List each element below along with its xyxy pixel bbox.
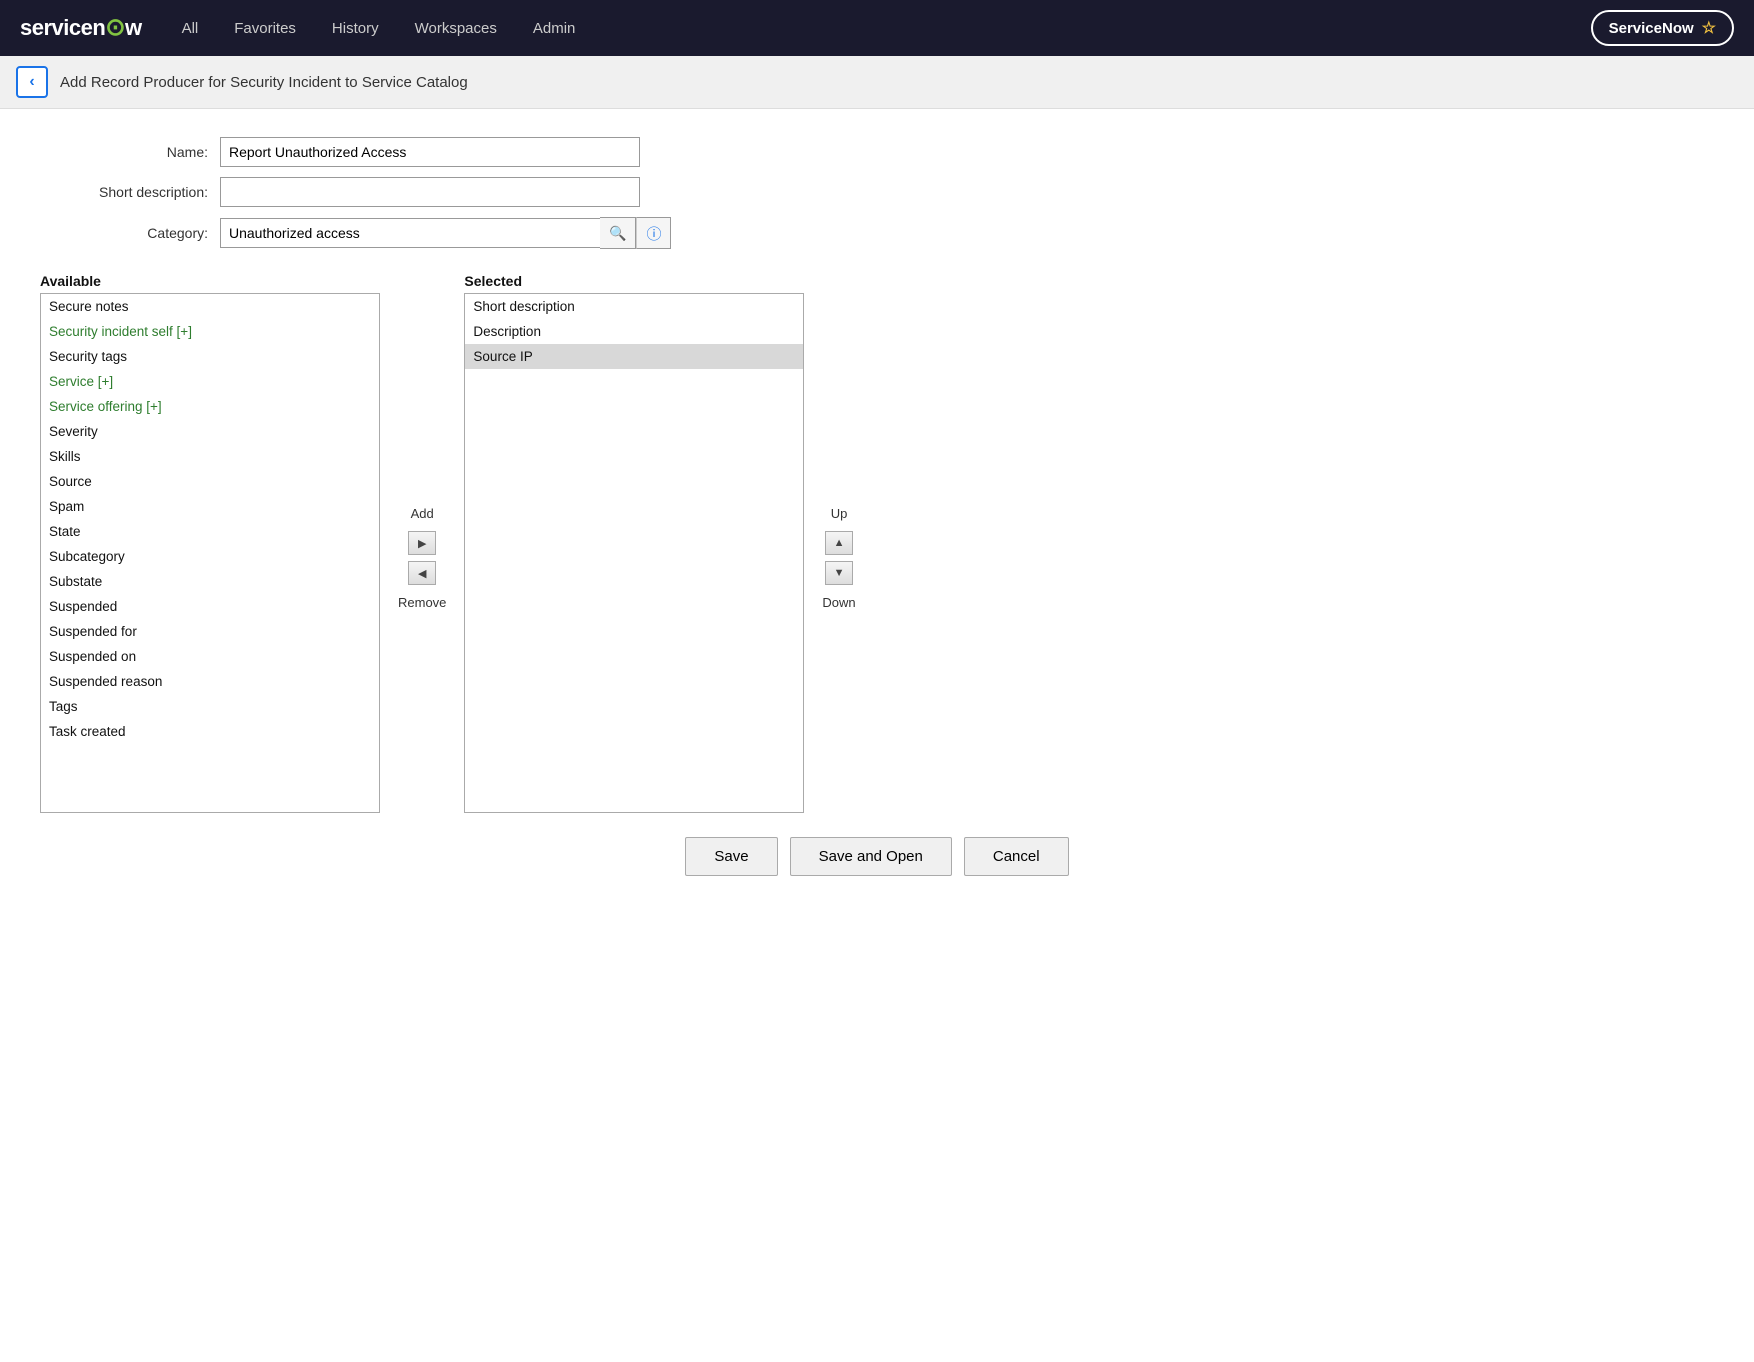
list-item[interactable]: Service offering [+] bbox=[41, 394, 379, 419]
cancel-button[interactable]: Cancel bbox=[964, 837, 1069, 876]
available-header: Available bbox=[40, 273, 380, 289]
category-wrapper: 🔍 ⓘ bbox=[220, 217, 671, 249]
list-item[interactable]: Substate bbox=[41, 569, 379, 594]
nav-workspaces[interactable]: Workspaces bbox=[409, 16, 503, 41]
down-label: Down bbox=[822, 595, 855, 610]
category-search-button[interactable]: 🔍 bbox=[600, 217, 636, 249]
add-arrow-icon: ▶ bbox=[418, 537, 426, 550]
list-item[interactable]: Suspended reason bbox=[41, 669, 379, 694]
list-item[interactable]: Secure notes bbox=[41, 294, 379, 319]
list-item[interactable]: Description bbox=[465, 319, 803, 344]
remove-arrow-icon: ◀ bbox=[418, 567, 426, 580]
nav-all[interactable]: All bbox=[176, 16, 205, 41]
save-button[interactable]: Save bbox=[685, 837, 777, 876]
short-desc-row: Short description: bbox=[40, 177, 1714, 207]
form-section: Name: Short description: Category: 🔍 ⓘ bbox=[40, 137, 1714, 249]
list-item[interactable]: Severity bbox=[41, 419, 379, 444]
category-input[interactable] bbox=[220, 218, 600, 248]
name-label: Name: bbox=[40, 144, 220, 160]
nav-favorites[interactable]: Favorites bbox=[228, 16, 302, 41]
list-item[interactable]: Security incident self [+] bbox=[41, 319, 379, 344]
list-item[interactable]: Suspended for bbox=[41, 619, 379, 644]
category-info-button[interactable]: ⓘ bbox=[636, 217, 671, 249]
back-button[interactable]: ‹ bbox=[16, 66, 48, 98]
available-container: Available Secure notes Security incident… bbox=[40, 273, 380, 813]
list-item[interactable]: Subcategory bbox=[41, 544, 379, 569]
list-item[interactable]: Source bbox=[41, 469, 379, 494]
user-name: ServiceNow bbox=[1609, 20, 1694, 37]
list-item[interactable]: Suspended bbox=[41, 594, 379, 619]
list-item[interactable]: Suspended on bbox=[41, 644, 379, 669]
category-row: Category: 🔍 ⓘ bbox=[40, 217, 1714, 249]
list-item[interactable]: Security tags bbox=[41, 344, 379, 369]
short-desc-label: Short description: bbox=[40, 184, 220, 200]
name-input[interactable] bbox=[220, 137, 640, 167]
short-desc-input[interactable] bbox=[220, 177, 640, 207]
list-item[interactable]: State bbox=[41, 519, 379, 544]
user-button[interactable]: ServiceNow ☆ bbox=[1591, 10, 1734, 46]
list-item[interactable]: Spam bbox=[41, 494, 379, 519]
list-item[interactable]: Skills bbox=[41, 444, 379, 469]
selected-header: Selected bbox=[464, 273, 804, 289]
save-and-open-button[interactable]: Save and Open bbox=[790, 837, 952, 876]
up-button[interactable]: ▲ bbox=[825, 531, 853, 555]
selected-list: Short description Description Source IP bbox=[464, 293, 804, 813]
breadcrumb-bar: ‹ Add Record Producer for Security Incid… bbox=[0, 56, 1754, 109]
up-label: Up bbox=[831, 506, 848, 521]
add-label: Add bbox=[411, 506, 434, 521]
lists-section: Available Secure notes Security incident… bbox=[40, 273, 1714, 813]
down-arrow-icon: ▼ bbox=[834, 567, 845, 579]
available-list: Secure notes Security incident self [+] … bbox=[40, 293, 380, 813]
selected-container: Selected Short description Description S… bbox=[464, 273, 804, 813]
nav-admin[interactable]: Admin bbox=[527, 16, 582, 41]
user-area: ServiceNow ☆ bbox=[1591, 10, 1734, 46]
brand-logo: servicen⊙w bbox=[20, 15, 142, 41]
star-icon: ☆ bbox=[1702, 18, 1716, 38]
list-item[interactable]: Source IP bbox=[465, 344, 803, 369]
list-item[interactable]: Short description bbox=[465, 294, 803, 319]
main-content: Name: Short description: Category: 🔍 ⓘ A… bbox=[0, 109, 1754, 920]
breadcrumb-title: Add Record Producer for Security Inciden… bbox=[60, 74, 468, 91]
list-item[interactable]: Task created bbox=[41, 719, 379, 744]
category-label: Category: bbox=[40, 225, 220, 241]
up-arrow-icon: ▲ bbox=[834, 537, 845, 549]
list-item[interactable]: Service [+] bbox=[41, 369, 379, 394]
list-item[interactable]: Tags bbox=[41, 694, 379, 719]
add-remove-section: Add ▶ ◀ Remove bbox=[380, 273, 464, 813]
navbar: servicen⊙w All Favorites History Workspa… bbox=[0, 0, 1754, 56]
down-button[interactable]: ▼ bbox=[825, 561, 853, 585]
add-button[interactable]: ▶ bbox=[408, 531, 436, 555]
name-row: Name: bbox=[40, 137, 1714, 167]
up-down-section: Up ▲ ▼ Down bbox=[804, 273, 873, 813]
nav-history[interactable]: History bbox=[326, 16, 385, 41]
search-icon: 🔍 bbox=[609, 225, 626, 242]
remove-label: Remove bbox=[398, 595, 446, 610]
brand-name: servicen⊙w bbox=[20, 15, 142, 41]
info-icon: ⓘ bbox=[646, 223, 661, 244]
remove-button[interactable]: ◀ bbox=[408, 561, 436, 585]
footer-buttons: Save Save and Open Cancel bbox=[40, 813, 1714, 892]
